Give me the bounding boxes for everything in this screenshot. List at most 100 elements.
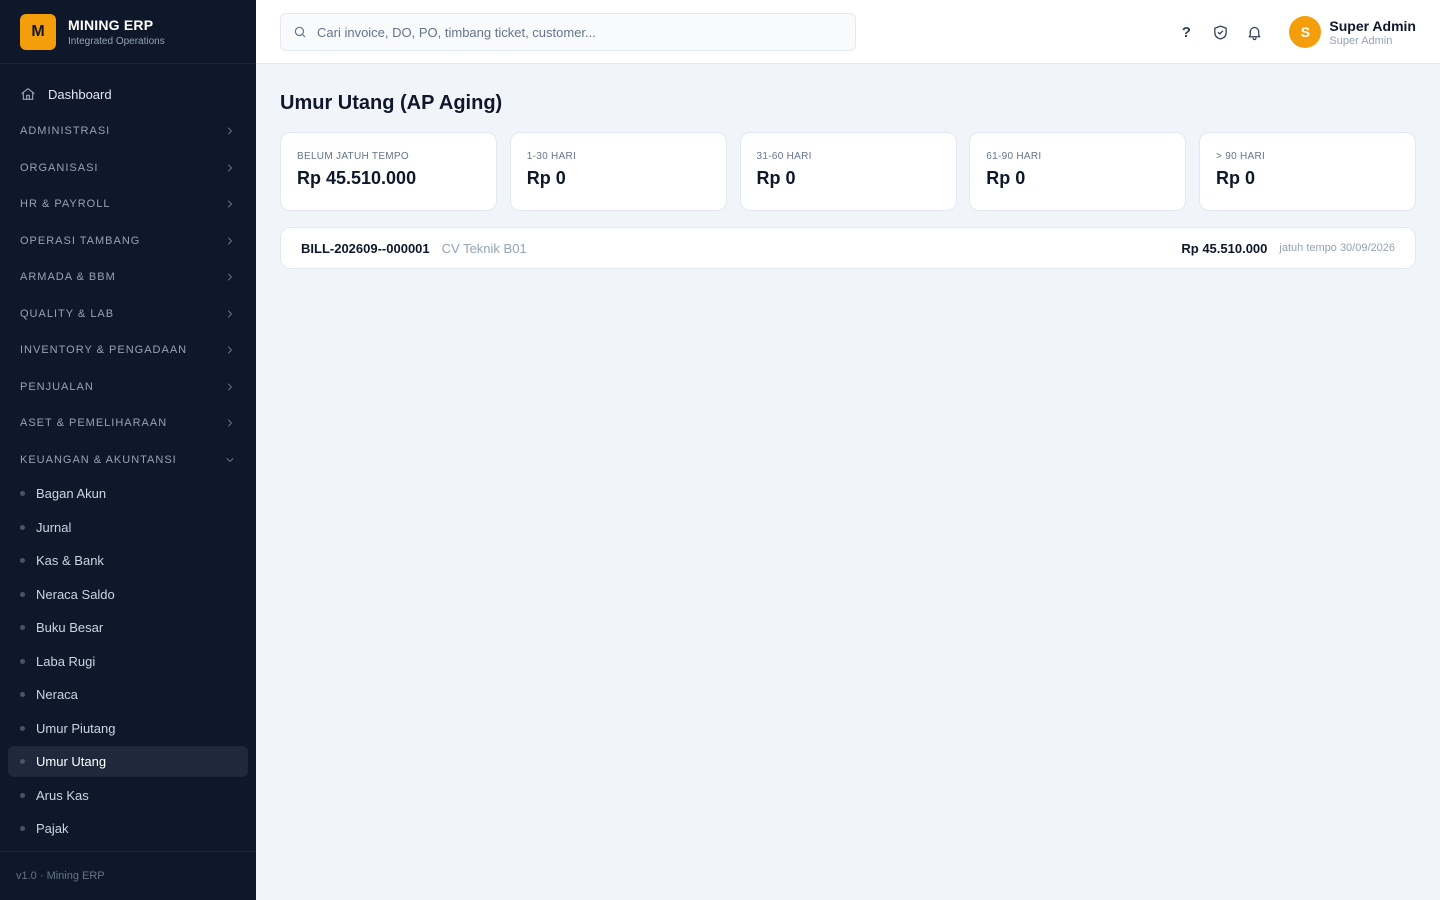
sidebar-group-keuangan-akuntansi[interactable]: KEUANGAN & AKUNTANSI: [0, 442, 256, 479]
sidebar-group-label: ORGANISASI: [20, 161, 99, 174]
brand-name: MINING ERP: [68, 16, 154, 33]
sidebar-group-label: ADMINISTRASI: [20, 125, 111, 138]
notifications-button[interactable]: [1239, 17, 1269, 47]
card-label: 61-90 HARI: [986, 151, 1042, 162]
sidebar-item-umur-utang[interactable]: Umur Utang: [8, 746, 248, 777]
card-label: BELUM JATUH TEMPO: [297, 151, 409, 162]
sidebar-group-quality-lab[interactable]: QUALITY & LAB: [0, 296, 256, 333]
sidebar-group-administrasi[interactable]: ADMINISTRASI: [0, 113, 256, 150]
sidebar-item-label: Pajak: [36, 821, 69, 836]
sidebar-item-buku-besar[interactable]: Buku Besar: [8, 612, 248, 643]
sidebar-item-label: Arus Kas: [36, 787, 89, 803]
sidebar-item-arus-kas[interactable]: Arus Kas: [8, 780, 248, 811]
sidebar-item-label: Neraca Saldo: [36, 586, 115, 602]
sidebar-item-label: Kas & Bank: [36, 553, 104, 568]
sidebar-item-kas-bank[interactable]: Kas & Bank: [8, 545, 248, 576]
sidebar-group-armada-bbm[interactable]: ARMADA & BBM: [0, 259, 256, 296]
chevron-down-icon: [226, 457, 234, 462]
help-button[interactable]: ?: [1171, 17, 1201, 47]
sidebar-group-label: PENJUALAN: [20, 380, 94, 393]
card-label: > 90 HARI: [1216, 151, 1266, 162]
bill-due-date: jatuh tempo 30/09/2026: [1279, 242, 1395, 254]
sidebar-group-label: KEUANGAN & AKUNTANSI: [20, 453, 177, 466]
sidebar-item-jurnal[interactable]: Jurnal: [8, 512, 248, 543]
sidebar-group-hr-payroll[interactable]: HR & PAYROLL: [0, 186, 256, 223]
card-value: Rp 0: [986, 168, 1026, 188]
sidebar-group-label: ARMADA & BBM: [20, 271, 116, 284]
bullet-icon: [20, 692, 25, 697]
card-value: Rp 0: [1216, 168, 1256, 188]
sidebar-item-label: Umur Utang: [36, 754, 107, 769]
chevron-right-icon: [228, 346, 232, 354]
top-bar: ? S Super Admin Super Admin: [256, 0, 1440, 64]
brand-logo: M: [20, 13, 56, 50]
card-value: Rp 0: [756, 168, 796, 188]
finance-submenu: Bagan Akun Jurnal Kas & Bank Neraca Sald…: [0, 478, 256, 844]
sidebar-group-label: HR & PAYROLL: [20, 198, 111, 211]
bullet-icon: [20, 658, 25, 664]
bullet-icon: [20, 558, 25, 563]
bill-number: BILL-202609--000001: [301, 240, 430, 256]
top-actions: ? S Super Admin Super Admin: [1167, 0, 1416, 64]
card-label: 31-60 HARI: [756, 151, 812, 162]
bullet-icon: [20, 826, 25, 831]
sidebar-group-operasi-tambang[interactable]: OPERASI TAMBANG: [0, 223, 256, 260]
bullet-icon: [20, 759, 25, 764]
chevron-right-icon: [228, 164, 232, 172]
bill-row[interactable]: BILL-202609--000001 CV Teknik B01 Rp 45.…: [280, 227, 1416, 269]
home-icon: [21, 88, 35, 100]
brand-text: MINING ERP Integrated Operations: [68, 17, 165, 47]
chevron-right-icon: [228, 383, 232, 391]
sidebar-item-laba-rugi[interactable]: Laba Rugi: [8, 646, 248, 677]
aging-summary-cards: BELUM JATUH TEMPO Rp 45.510.000 1-30 HAR…: [280, 132, 1416, 211]
sidebar-nav: Dashboard ADMINISTRASI ORGANISASI HR & P…: [0, 64, 256, 844]
sidebar-item-neraca-saldo[interactable]: Neraca Saldo: [8, 579, 248, 610]
search-icon: [294, 26, 306, 38]
user-name: Super Admin: [1329, 17, 1416, 34]
sidebar-item-umur-piutang[interactable]: Umur Piutang: [8, 713, 248, 744]
sidebar-group-organisasi[interactable]: ORGANISASI: [0, 150, 256, 187]
bell-icon: [1248, 26, 1261, 40]
avatar: S: [1289, 16, 1322, 48]
card-value: Rp 0: [526, 168, 566, 188]
sidebar-group-label: ASET & PEMELIHARAAN: [20, 417, 168, 430]
security-button[interactable]: [1205, 17, 1235, 47]
search-box[interactable]: [280, 13, 856, 51]
chevron-right-icon: [228, 127, 232, 135]
bullet-icon: [20, 591, 25, 597]
chevron-right-icon: [228, 200, 232, 208]
bullet-icon: [20, 725, 25, 731]
chevron-right-icon: [228, 419, 232, 427]
bullet-icon: [20, 625, 25, 630]
chevron-right-icon: [228, 237, 232, 245]
sidebar-item-pajak[interactable]: Pajak: [8, 813, 248, 844]
aging-card-over-90: > 90 HARI Rp 0: [1199, 132, 1416, 211]
brand[interactable]: M MINING ERP Integrated Operations: [0, 0, 256, 64]
sidebar-item-label: Buku Besar: [36, 620, 104, 635]
card-label: 1-30 HARI: [526, 151, 577, 162]
chevron-right-icon: [228, 310, 232, 318]
card-value: Rp 45.510.000: [297, 168, 417, 188]
user-menu[interactable]: S Super Admin Super Admin: [1289, 16, 1416, 48]
user-info: Super Admin Super Admin: [1329, 18, 1416, 47]
aging-card-not-due: BELUM JATUH TEMPO Rp 45.510.000: [280, 132, 497, 211]
sidebar-group-label: OPERASI TAMBANG: [20, 234, 141, 247]
sidebar-group-aset-pemeliharaan[interactable]: ASET & PEMELIHARAAN: [0, 405, 256, 442]
sidebar-group-label: INVENTORY & PENGADAAN: [20, 344, 188, 357]
sidebar-item-dashboard[interactable]: Dashboard: [0, 76, 256, 112]
sidebar-group-penjualan[interactable]: PENJUALAN: [0, 369, 256, 406]
sidebar-group-inventory-pengadaan[interactable]: INVENTORY & PENGADAAN: [0, 332, 256, 369]
sidebar-item-bagan-akun[interactable]: Bagan Akun: [8, 478, 248, 509]
search-input[interactable]: [317, 24, 843, 40]
chevron-right-icon: [228, 273, 232, 281]
help-icon: ?: [1181, 23, 1191, 41]
bill-amount: Rp 45.510.000: [1181, 240, 1268, 256]
sidebar: M MINING ERP Integrated Operations Dashb…: [0, 0, 256, 900]
aging-card-1-30: 1-30 HARI Rp 0: [509, 132, 727, 211]
user-role: Super Admin: [1329, 34, 1393, 47]
sidebar-item-neraca[interactable]: Neraca: [8, 679, 248, 710]
page-title: Umur Utang (AP Aging): [280, 92, 503, 114]
bullet-icon: [20, 792, 25, 798]
sidebar-item-label: Jurnal: [36, 519, 72, 535]
bullet-icon: [20, 524, 25, 530]
